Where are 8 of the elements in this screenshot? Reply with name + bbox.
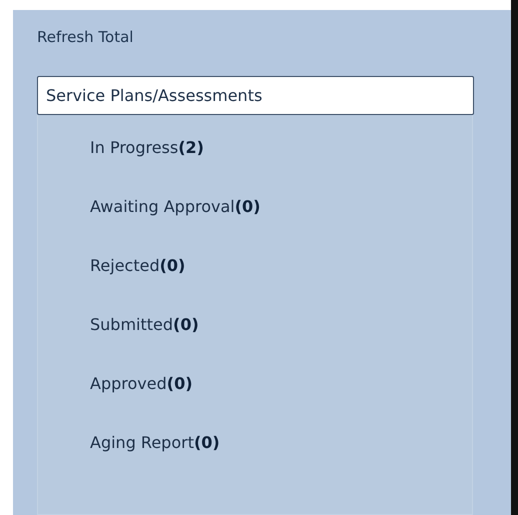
status-link[interactable]: Approved(0) bbox=[90, 373, 193, 395]
status-link[interactable]: Submitted(0) bbox=[90, 314, 199, 336]
status-link[interactable]: Awaiting Approval(0) bbox=[90, 196, 260, 218]
status-link[interactable]: Rejected(0) bbox=[90, 255, 186, 277]
section-header[interactable]: Service Plans/Assessments bbox=[37, 76, 474, 115]
status-link[interactable]: Aging Report(0) bbox=[90, 432, 220, 454]
refresh-total-link[interactable]: Refresh Total bbox=[37, 28, 134, 46]
status-link[interactable]: In Progress(2) bbox=[90, 137, 204, 159]
